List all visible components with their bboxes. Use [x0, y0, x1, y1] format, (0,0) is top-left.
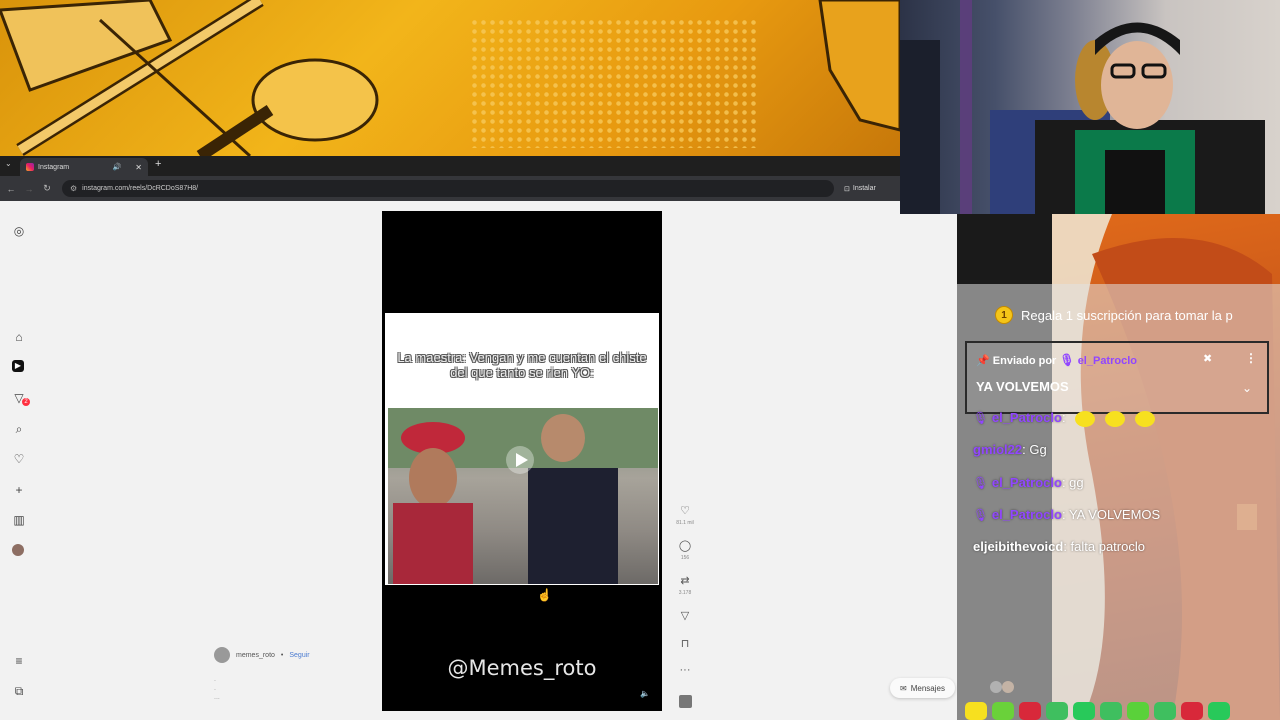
pinned-text: YA VOLVEMOS [976, 379, 1069, 394]
pinned-user[interactable]: el_Patroclo [1078, 355, 1137, 367]
chat-message: 🎙 el_Patroclo: YA VOLVEMOS [973, 507, 1161, 522]
instagram-favicon-icon [26, 163, 34, 171]
gift-count-badge: 1 [995, 306, 1013, 324]
home-icon[interactable]: ⌂ [12, 330, 26, 344]
share-icon[interactable]: ▽ [677, 609, 693, 622]
emote-icon[interactable] [965, 702, 987, 720]
chat-username[interactable]: eljeibithevoicd [973, 539, 1063, 554]
repost-icon[interactable]: ⇄ [677, 574, 693, 587]
reels-icon[interactable]: ▶ [12, 360, 24, 372]
browser-tab-bar: ⌄ Instagram 🔊 ✕ + [0, 156, 900, 176]
unpin-icon[interactable]: ✖ [1203, 352, 1212, 365]
messages-button[interactable]: ✉ Mensajes [890, 678, 955, 698]
emote-icon [1075, 410, 1096, 427]
mic-badge-icon: 🎙 [973, 508, 989, 522]
pinned-message: 📌 Enviado por 🎙 el_Patroclo ✖ ⋮ YA VOLVE… [965, 341, 1269, 414]
notification-count-badge: 2 [22, 398, 30, 406]
chat-message: 🎙 el_Patroclo: gg [973, 475, 1084, 490]
like-icon[interactable]: ♡ [677, 504, 693, 517]
url-field[interactable]: ⚙ instagram.com/reels/DcRCDoS87H8/ [62, 180, 834, 197]
instagram-page-overflow [900, 214, 957, 720]
mic-badge-icon: 🎙 [973, 411, 989, 425]
chat-username[interactable]: el_Patroclo [992, 410, 1062, 425]
instagram-logo-icon[interactable]: ◎ [12, 224, 26, 238]
tab-audio-icon[interactable]: 🔊 [113, 163, 122, 171]
chat-message: gmiol22: Gg [973, 442, 1047, 457]
audio-thumbnail[interactable] [679, 695, 692, 708]
emote-icon[interactable] [1100, 702, 1122, 720]
chat-message: 🎙 el_Patroclo: [973, 410, 1165, 427]
pinned-more-icon[interactable]: ⋮ [1245, 351, 1257, 365]
tab-close-icon[interactable]: ✕ [135, 163, 142, 172]
search-icon[interactable]: ⌕ [12, 422, 26, 436]
author-avatar[interactable] [214, 647, 230, 663]
meme-photo [388, 408, 658, 584]
emote-icon [1105, 410, 1126, 427]
emote-icon[interactable] [1073, 702, 1095, 720]
heart-icon[interactable]: ♡ [12, 452, 26, 466]
save-icon[interactable]: ⊓ [677, 637, 693, 650]
chat-username[interactable]: el_Patroclo [992, 475, 1062, 490]
gift-text: Regala 1 suscripción para tomar la p [1021, 307, 1233, 323]
tab-menu-chevron-icon[interactable]: ⌄ [5, 159, 12, 168]
gift-sub-banner[interactable]: 1 Regala 1 suscripción para tomar la p [995, 306, 1260, 324]
caption-dots: ..... [214, 676, 220, 701]
stream-banner-art [0, 0, 900, 156]
emote-icon[interactable] [1019, 702, 1041, 720]
install-icon: ⊡ [844, 185, 850, 193]
back-icon[interactable]: ← [4, 184, 18, 194]
comments-count: 156 [680, 555, 690, 561]
reload-icon[interactable]: ↻ [40, 183, 54, 194]
chat-message: eljeibithevoicd: falta patroclo [973, 539, 1145, 554]
install-button[interactable]: ⊡ Instalar [844, 185, 876, 193]
mic-badge-icon: 🎙 [973, 476, 989, 490]
emote-icon[interactable] [1046, 702, 1068, 720]
follow-button[interactable]: Seguir [289, 652, 309, 659]
author-name[interactable]: memes_roto [236, 652, 275, 659]
chat-username[interactable]: el_Patroclo [992, 507, 1062, 522]
emote-icon[interactable] [1127, 702, 1149, 720]
dashboard-icon[interactable]: ▥ [12, 513, 26, 527]
forward-icon[interactable]: → [22, 184, 36, 194]
chat-username[interactable]: gmiol22 [973, 442, 1022, 457]
profile-avatar[interactable] [12, 544, 24, 556]
address-bar-row: ← → ↻ ⚙ instagram.com/reels/DcRCDoS87H8/… [0, 176, 900, 201]
more-options-icon[interactable]: ··· [677, 664, 693, 676]
url-text: instagram.com/reels/DcRCDoS87H8/ [82, 185, 199, 192]
pin-icon: 📌 [976, 355, 990, 367]
emote-icon[interactable] [1154, 702, 1176, 720]
site-info-icon[interactable]: ⚙ [70, 184, 77, 193]
mouse-cursor-icon: ☝ [537, 588, 552, 602]
emote-icon[interactable] [1208, 702, 1230, 720]
webcam-feed [900, 0, 1280, 214]
meme-caption: La maestra: Vengan y me cuentan el chist… [397, 350, 647, 380]
mic-badge-icon: 🎙 [1059, 353, 1075, 367]
video-watermark: @Memes_roto [447, 656, 597, 680]
mute-icon[interactable]: 🔈 [640, 689, 650, 698]
pinned-header: 📌 Enviado por 🎙 el_Patroclo [976, 353, 1137, 367]
expand-chevron-icon[interactable]: ⌄ [1242, 381, 1252, 395]
likes-count: 81.1 mil [676, 520, 694, 526]
more-apps-icon[interactable]: ⧉ [12, 684, 26, 698]
emote-bar [965, 702, 1230, 720]
comment-icon[interactable]: ◯ [677, 539, 693, 552]
create-plus-icon[interactable]: + [12, 483, 26, 497]
menu-icon[interactable]: ≡ [12, 654, 26, 668]
tab-instagram[interactable]: Instagram 🔊 ✕ [20, 158, 148, 176]
emote-icon [1135, 410, 1156, 427]
reel-author-row: memes_roto • Seguir [214, 647, 310, 663]
reposts-count: 3.178 [678, 590, 692, 596]
tab-title: Instagram [38, 163, 70, 171]
emote-icon[interactable] [992, 702, 1014, 720]
new-tab-icon[interactable]: + [155, 158, 161, 170]
messages-icon: ✉ [900, 683, 907, 693]
emote-icon[interactable] [1181, 702, 1203, 720]
